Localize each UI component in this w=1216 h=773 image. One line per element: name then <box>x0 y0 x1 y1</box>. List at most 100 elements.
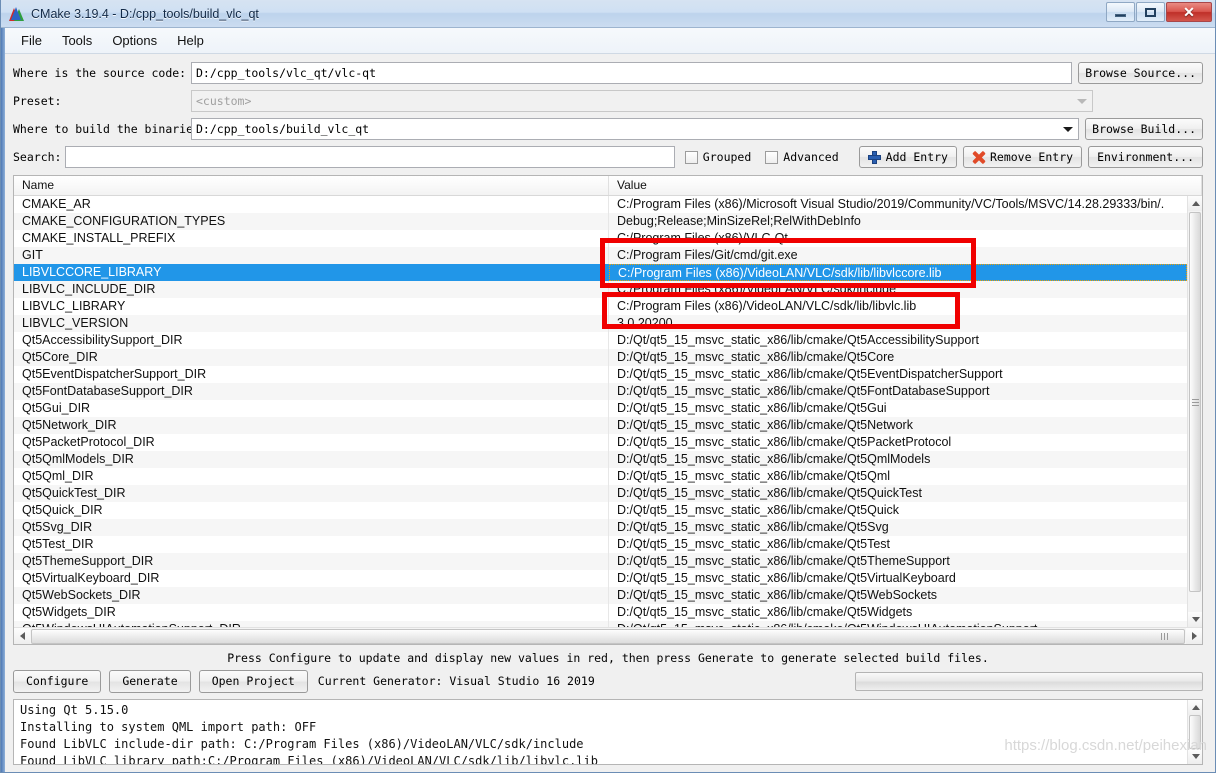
column-header-value[interactable]: Value <box>609 176 1202 195</box>
table-row[interactable]: CMAKE_AR C:/Program Files (x86)/Microsoft… <box>14 196 1187 213</box>
horizontal-scroll-thumb[interactable] <box>31 628 1185 644</box>
table-row[interactable]: LIBVLCCORE_LIBRARY C:/Program Files (x86)… <box>14 264 1187 281</box>
table-row[interactable]: Qt5QuickTest_DIR D:/Qt/qt5_15_msvc_static… <box>14 485 1187 502</box>
cache-entry-value[interactable]: Debug;Release;MinSizeRel;RelWithDebInfo <box>609 213 1187 230</box>
table-row[interactable]: Qt5Network_DIR D:/Qt/qt5_15_msvc_static_x… <box>14 417 1187 434</box>
preset-combo[interactable]: <custom> <box>191 90 1093 112</box>
table-row[interactable]: Qt5ThemeSupport_DIR D:/Qt/qt5_15_msvc_sta… <box>14 553 1187 570</box>
cache-entry-value[interactable]: D:/Qt/qt5_15_msvc_static_x86/lib/cmake/Q… <box>609 519 1187 536</box>
browse-source-button[interactable]: Browse Source... <box>1078 62 1203 84</box>
table-row[interactable]: Qt5QmlModels_DIR D:/Qt/qt5_15_msvc_static… <box>14 451 1187 468</box>
column-header-name[interactable]: Name <box>14 176 609 195</box>
table-row[interactable]: Qt5Widgets_DIR D:/Qt/qt5_15_msvc_static_x… <box>14 604 1187 621</box>
window-controls: ✕ <box>1105 2 1212 22</box>
table-row[interactable]: Qt5Core_DIR D:/Qt/qt5_15_msvc_static_x86/… <box>14 349 1187 366</box>
table-row[interactable]: Qt5FontDatabaseSupport_DIR D:/Qt/qt5_15_m… <box>14 383 1187 400</box>
table-row[interactable]: LIBVLC_LIBRARY C:/Program Files (x86)/Vid… <box>14 298 1187 315</box>
cache-entry-name: Qt5WebSockets_DIR <box>14 587 609 604</box>
cache-entry-value[interactable]: D:/Qt/qt5_15_msvc_static_x86/lib/cmake/Q… <box>609 570 1187 587</box>
cache-entry-value[interactable]: C:/Program Files (x86)/Microsoft Visual … <box>609 196 1187 213</box>
cache-entry-value[interactable]: D:/Qt/qt5_15_msvc_static_x86/lib/cmake/Q… <box>609 332 1187 349</box>
menu-item-help[interactable]: Help <box>167 30 214 51</box>
cache-entry-value[interactable]: D:/Qt/qt5_15_msvc_static_x86/lib/cmake/Q… <box>609 434 1187 451</box>
preset-label: Preset: <box>13 94 62 108</box>
cache-entry-value[interactable]: D:/Qt/qt5_15_msvc_static_x86/lib/cmake/Q… <box>609 366 1187 383</box>
table-header: Name Value <box>14 176 1202 196</box>
table-row[interactable]: Qt5WebSockets_DIR D:/Qt/qt5_15_msvc_stati… <box>14 587 1187 604</box>
scroll-left-button[interactable] <box>14 628 30 644</box>
grip-icon <box>1191 397 1199 408</box>
build-dir-combo[interactable]: D:/cpp_tools/build_vlc_qt <box>191 118 1080 140</box>
table-row[interactable]: LIBVLC_VERSION 3.0.20200 <box>14 315 1187 332</box>
cache-entry-value[interactable]: D:/Qt/qt5_15_msvc_static_x86/lib/cmake/Q… <box>609 536 1187 553</box>
log-scroll-down-button[interactable] <box>1188 749 1202 764</box>
add-entry-label: Add Entry <box>885 150 948 164</box>
maximize-button[interactable] <box>1136 2 1165 22</box>
cache-entry-value[interactable]: D:/Qt/qt5_15_msvc_static_x86/lib/cmake/Q… <box>609 553 1187 570</box>
cache-entry-name: Qt5Quick_DIR <box>14 502 609 519</box>
cache-entry-name: Qt5ThemeSupport_DIR <box>14 553 609 570</box>
search-input[interactable] <box>65 146 675 168</box>
source-code-input[interactable]: D:/cpp_tools/vlc_qt/vlc-qt <box>191 62 1073 84</box>
cache-entry-value[interactable]: D:/Qt/qt5_15_msvc_static_x86/lib/cmake/Q… <box>609 349 1187 366</box>
table-vertical-scrollbar[interactable] <box>1187 196 1202 627</box>
cache-entry-value[interactable]: C:/Program Files (x86)/VideoLAN/VLC/sdk/… <box>609 298 1187 315</box>
cache-entry-value[interactable]: D:/Qt/qt5_15_msvc_static_x86/lib/cmake/Q… <box>609 502 1187 519</box>
menu-item-file[interactable]: File <box>11 30 52 51</box>
table-row[interactable]: Qt5Quick_DIR D:/Qt/qt5_15_msvc_static_x86… <box>14 502 1187 519</box>
cache-entry-value[interactable]: D:/Qt/qt5_15_msvc_static_x86/lib/cmake/Q… <box>609 417 1187 434</box>
cache-entry-name: Qt5QuickTest_DIR <box>14 485 609 502</box>
table-row[interactable]: LIBVLC_INCLUDE_DIR C:/Program Files (x86)… <box>14 281 1187 298</box>
table-row[interactable]: Qt5Svg_DIR D:/Qt/qt5_15_msvc_static_x86/l… <box>14 519 1187 536</box>
log-scroll-up-button[interactable] <box>1188 700 1202 715</box>
cache-entry-value[interactable]: D:/Qt/qt5_15_msvc_static_x86/lib/cmake/Q… <box>609 468 1187 485</box>
cache-entry-value[interactable]: D:/Qt/qt5_15_msvc_static_x86/lib/cmake/Q… <box>609 451 1187 468</box>
browse-build-button[interactable]: Browse Build... <box>1085 118 1203 140</box>
table-row[interactable]: CMAKE_CONFIGURATION_TYPES Debug;Release;M… <box>14 213 1187 230</box>
cache-entry-value[interactable]: C:/Program Files (x86)/VideoLAN/VLC/sdk/… <box>609 264 1187 281</box>
cache-entry-value[interactable]: C:/Program Files (x86)/VideoLAN/VLC/sdk/… <box>609 281 1187 298</box>
menu-item-options[interactable]: Options <box>102 30 167 51</box>
table-row[interactable]: Qt5PacketProtocol_DIR D:/Qt/qt5_15_msvc_s… <box>14 434 1187 451</box>
cache-entry-value[interactable]: D:/Qt/qt5_15_msvc_static_x86/lib/cmake/Q… <box>609 383 1187 400</box>
table-row[interactable]: Qt5AccessibilitySupport_DIR D:/Qt/qt5_15_… <box>14 332 1187 349</box>
table-row[interactable]: Qt5Qml_DIR D:/Qt/qt5_15_msvc_static_x86/l… <box>14 468 1187 485</box>
vertical-scroll-thumb[interactable] <box>1189 212 1201 592</box>
minimize-button[interactable] <box>1106 2 1135 22</box>
cache-entry-name: Qt5PacketProtocol_DIR <box>14 434 609 451</box>
cache-entry-value[interactable]: D:/Qt/qt5_15_msvc_static_x86/lib/cmake/Q… <box>609 485 1187 502</box>
scroll-down-button[interactable] <box>1188 612 1202 627</box>
cache-entry-value[interactable]: C:/Program Files/Git/cmd/git.exe <box>609 247 1187 264</box>
environment-button[interactable]: Environment... <box>1088 146 1203 168</box>
add-entry-button[interactable]: Add Entry <box>858 146 957 168</box>
generate-button[interactable]: Generate <box>109 669 191 693</box>
table-row[interactable]: Qt5Gui_DIR D:/Qt/qt5_15_msvc_static_x86/l… <box>14 400 1187 417</box>
cache-entry-value[interactable]: C:/Program Files (x86)/VLC-Qt <box>609 230 1187 247</box>
remove-entry-button[interactable]: Remove Entry <box>962 146 1083 168</box>
log-vertical-scrollbar[interactable] <box>1187 700 1202 764</box>
cache-entry-value[interactable]: D:/Qt/qt5_15_msvc_static_x86/lib/cmake/Q… <box>609 400 1187 417</box>
cache-entry-value[interactable]: 3.0.20200 <box>609 315 1187 332</box>
table-horizontal-scrollbar[interactable] <box>14 627 1202 644</box>
progress-bar <box>855 671 1203 691</box>
open-project-button[interactable]: Open Project <box>198 669 308 693</box>
cache-entry-value[interactable]: D:/Qt/qt5_15_msvc_static_x86/lib/cmake/Q… <box>609 604 1187 621</box>
configure-button[interactable]: Configure <box>13 669 102 693</box>
build-dir-input[interactable]: D:/cpp_tools/build_vlc_qt <box>191 118 1080 140</box>
scroll-right-button[interactable] <box>1186 628 1202 644</box>
menu-item-tools[interactable]: Tools <box>52 30 102 51</box>
table-row[interactable]: Qt5VirtualKeyboard_DIR D:/Qt/qt5_15_msvc_… <box>14 570 1187 587</box>
preset-value[interactable]: <custom> <box>191 90 1093 112</box>
cache-entry-name: Qt5Gui_DIR <box>14 400 609 417</box>
log-scroll-thumb[interactable] <box>1189 715 1201 749</box>
table-row[interactable]: Qt5EventDispatcherSupport_DIR D:/Qt/qt5_1… <box>14 366 1187 383</box>
grouped-checkbox[interactable]: Grouped <box>684 150 751 164</box>
table-row[interactable]: GIT C:/Program Files/Git/cmd/git.exe <box>14 247 1187 264</box>
title-bar: CMake 3.19.4 - D:/cpp_tools/build_vlc_qt… <box>1 0 1215 28</box>
close-button[interactable]: ✕ <box>1166 2 1212 22</box>
table-row[interactable]: CMAKE_INSTALL_PREFIX C:/Program Files (x8… <box>14 230 1187 247</box>
cache-entry-value[interactable]: D:/Qt/qt5_15_msvc_static_x86/lib/cmake/Q… <box>609 587 1187 604</box>
advanced-checkbox[interactable]: Advanced <box>765 150 839 164</box>
scroll-up-button[interactable] <box>1188 196 1202 211</box>
table-row[interactable]: Qt5Test_DIR D:/Qt/qt5_15_msvc_static_x86/… <box>14 536 1187 553</box>
